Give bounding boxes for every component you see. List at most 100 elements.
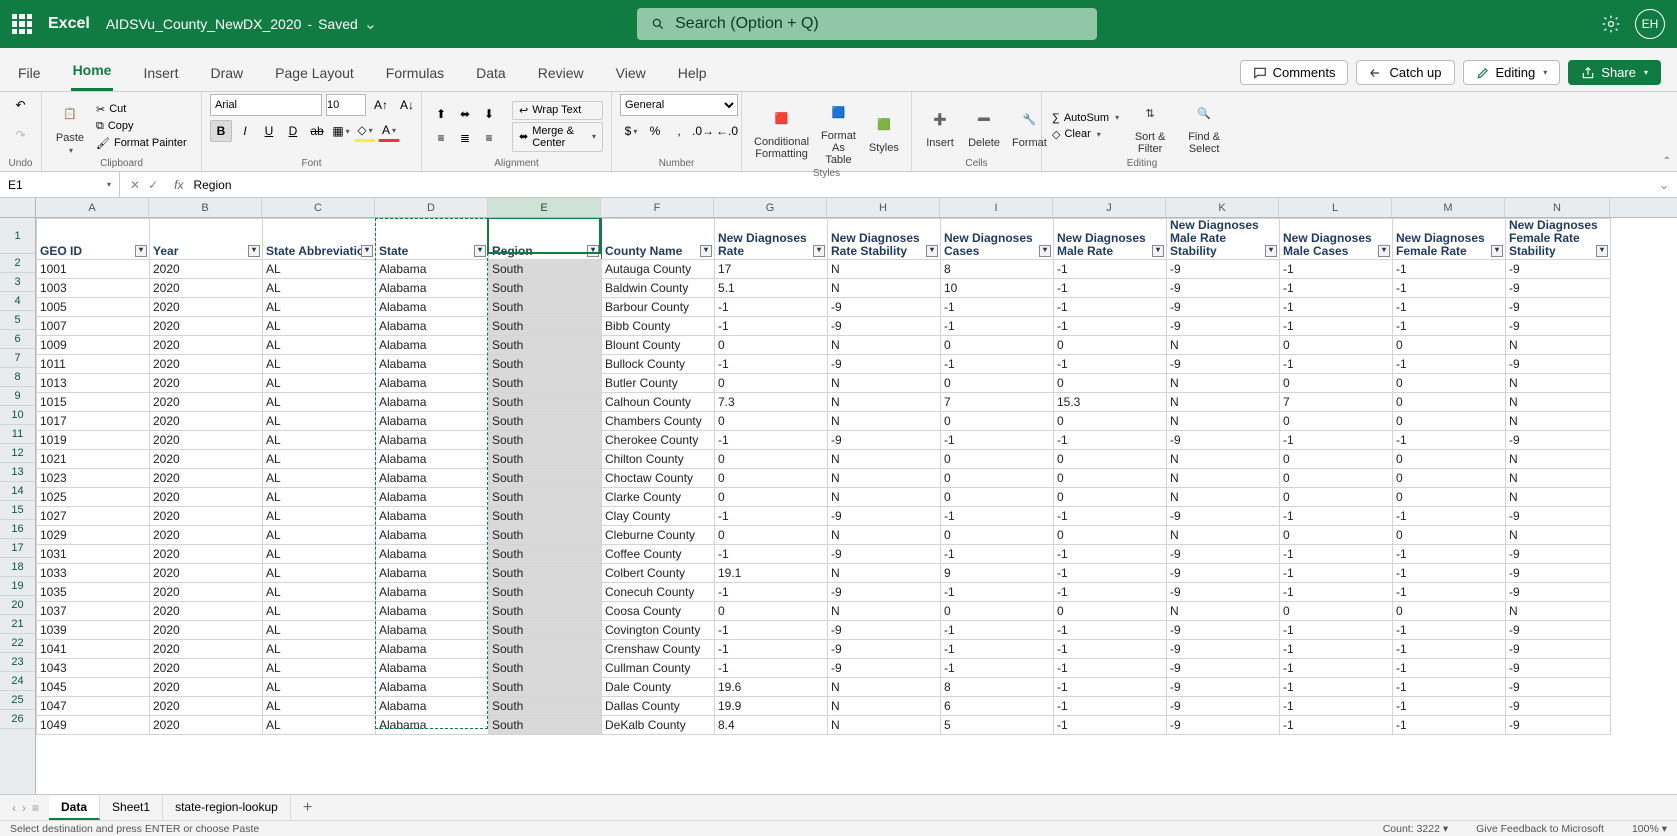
cell[interactable]: 1035 (37, 582, 150, 601)
cell[interactable]: -1 (1054, 259, 1167, 278)
align-bottom-button[interactable]: ⬇ (478, 103, 500, 125)
row-header-5[interactable]: 5 (0, 311, 35, 330)
cell[interactable]: Alabama (376, 620, 489, 639)
cell[interactable]: South (489, 430, 602, 449)
cell[interactable]: AL (263, 468, 376, 487)
cell[interactable]: AL (263, 278, 376, 297)
cell[interactable]: -1 (1393, 278, 1506, 297)
header-cell[interactable]: New Diagnoses Cases▾ (941, 219, 1054, 260)
cell[interactable]: N (828, 468, 941, 487)
share-button[interactable]: Share▾ (1568, 60, 1661, 85)
cell[interactable]: 2020 (150, 392, 263, 411)
cell[interactable]: 0 (941, 601, 1054, 620)
header-cell[interactable]: County Name▾ (602, 219, 715, 260)
cell[interactable]: -1 (1393, 715, 1506, 734)
sheet-nav-next[interactable]: › (22, 801, 26, 815)
cell[interactable]: -1 (715, 544, 828, 563)
cell[interactable]: -1 (715, 297, 828, 316)
filter-dropdown-icon[interactable]: ▾ (248, 245, 260, 257)
cell[interactable]: 0 (941, 411, 1054, 430)
cell[interactable]: 0 (1054, 335, 1167, 354)
cell[interactable]: Alabama (376, 259, 489, 278)
cell[interactable]: 1017 (37, 411, 150, 430)
name-box[interactable]: E1▾ (0, 172, 120, 197)
cell[interactable]: 0 (715, 373, 828, 392)
cell[interactable]: 0 (941, 468, 1054, 487)
cell[interactable]: 19.6 (715, 677, 828, 696)
cell[interactable]: Alabama (376, 544, 489, 563)
cell[interactable]: -1 (1393, 658, 1506, 677)
cell[interactable]: Bullock County (602, 354, 715, 373)
cell[interactable]: N (1506, 487, 1611, 506)
cell[interactable]: 0 (715, 411, 828, 430)
cell[interactable]: 2020 (150, 354, 263, 373)
cell[interactable]: -1 (941, 620, 1054, 639)
cell[interactable]: -9 (1167, 278, 1280, 297)
cell[interactable]: -9 (1506, 278, 1611, 297)
cell[interactable]: 7.3 (715, 392, 828, 411)
cell[interactable]: 0 (1054, 487, 1167, 506)
column-header-E[interactable]: E (488, 198, 601, 217)
row-header-14[interactable]: 14 (0, 482, 35, 501)
cell[interactable]: -1 (1280, 696, 1393, 715)
comma-button[interactable]: , (668, 120, 690, 142)
cell[interactable]: 19.9 (715, 696, 828, 715)
column-header-I[interactable]: I (940, 198, 1053, 217)
cell[interactable]: 2020 (150, 658, 263, 677)
data-area[interactable]: GEO ID▾Year▾State Abbreviation▾State▾Reg… (36, 218, 1611, 804)
cell[interactable]: 15.3 (1054, 392, 1167, 411)
cell[interactable]: Autauga County (602, 259, 715, 278)
cut-button[interactable]: ✂ Cut (94, 102, 189, 117)
cell[interactable]: Choctaw County (602, 468, 715, 487)
cell[interactable]: -9 (1167, 658, 1280, 677)
cell[interactable]: 2020 (150, 544, 263, 563)
cell[interactable]: Alabama (376, 582, 489, 601)
cell[interactable]: 0 (1393, 449, 1506, 468)
cell[interactable]: -1 (1393, 563, 1506, 582)
cell[interactable]: N (1167, 373, 1280, 392)
cell[interactable]: N (1167, 411, 1280, 430)
cell[interactable]: Chambers County (602, 411, 715, 430)
cell[interactable]: 0 (1393, 601, 1506, 620)
filter-dropdown-icon[interactable]: ▾ (1378, 245, 1390, 257)
percent-button[interactable]: % (644, 120, 666, 142)
cell[interactable]: 1021 (37, 449, 150, 468)
cell[interactable]: -9 (828, 658, 941, 677)
cell[interactable]: Alabama (376, 430, 489, 449)
cell[interactable]: 2020 (150, 620, 263, 639)
cell[interactable]: 0 (941, 335, 1054, 354)
row-header-4[interactable]: 4 (0, 292, 35, 311)
tab-insert[interactable]: Insert (141, 55, 180, 91)
cell[interactable]: 2020 (150, 430, 263, 449)
cell[interactable]: AL (263, 506, 376, 525)
cell[interactable]: -1 (715, 316, 828, 335)
cell[interactable]: AL (263, 525, 376, 544)
cell[interactable]: 0 (1393, 468, 1506, 487)
cell[interactable]: AL (263, 582, 376, 601)
number-format-select[interactable]: General (620, 94, 738, 116)
cell[interactable]: AL (263, 354, 376, 373)
conditional-formatting-button[interactable]: 🟥Conditional Formatting (750, 100, 813, 162)
column-header-B[interactable]: B (149, 198, 262, 217)
tab-home[interactable]: Home (71, 52, 114, 91)
cell[interactable]: N (828, 715, 941, 734)
column-header-M[interactable]: M (1392, 198, 1505, 217)
cell[interactable]: -9 (1506, 696, 1611, 715)
borders-button[interactable]: ▦▾ (330, 120, 352, 142)
cell[interactable]: 1049 (37, 715, 150, 734)
cell[interactable]: -1 (1393, 582, 1506, 601)
cell[interactable]: -9 (828, 430, 941, 449)
row-header-6[interactable]: 6 (0, 330, 35, 349)
cell[interactable]: South (489, 278, 602, 297)
cell[interactable]: N (1506, 468, 1611, 487)
cell[interactable]: 2020 (150, 506, 263, 525)
cell[interactable]: -1 (715, 639, 828, 658)
cell[interactable]: -1 (1054, 506, 1167, 525)
merge-center-button[interactable]: ⬌ Merge & Center ▾ (512, 122, 603, 152)
formula-bar-expand[interactable]: ⌄ (1651, 178, 1677, 192)
cell[interactable]: -1 (1054, 430, 1167, 449)
underline-button[interactable]: U (258, 120, 280, 142)
grow-font-button[interactable]: A↑ (370, 94, 392, 116)
select-all-corner[interactable] (0, 198, 36, 217)
header-cell[interactable]: New Diagnoses Rate Stability▾ (828, 219, 941, 260)
